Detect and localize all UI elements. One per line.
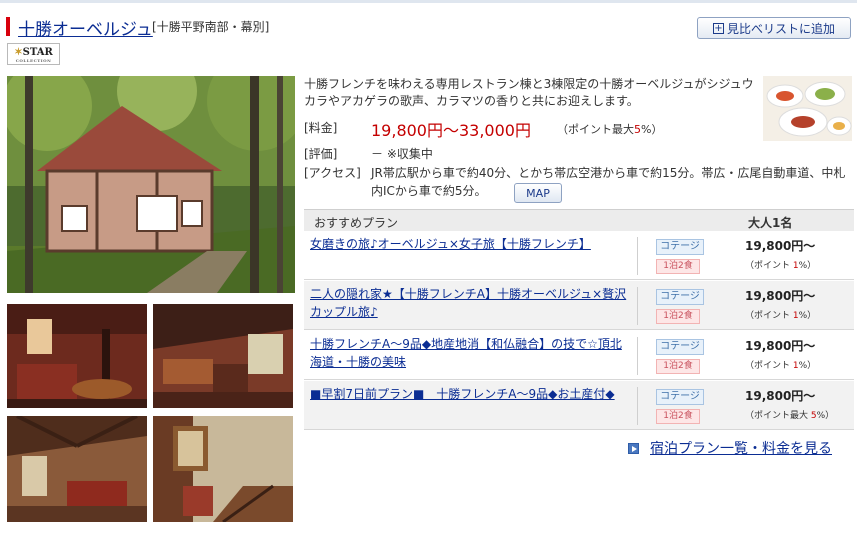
food-photo[interactable] [763, 76, 852, 141]
plan-point: （ポイント 1%） [745, 258, 816, 271]
point-note-prefix: （ポイント最大 [557, 123, 634, 136]
hotel-title-row: 十勝オーベルジュ [十勝平野南部・幕別] + 見比べリストに追加 [0, 3, 857, 43]
plans-table-header: おすすめプラン 大人1名 [304, 209, 854, 231]
price-label: [料金] [304, 121, 338, 135]
row-divider [637, 387, 638, 425]
map-button[interactable]: MAP [514, 183, 562, 203]
plan-point-suffix: %） [798, 361, 817, 371]
row-divider [637, 287, 638, 325]
plan-row: 十勝フレンチA～9品◆地産地消【和仏融合】の技で☆頂北海道・十勝の美味 コテージ… [304, 331, 854, 380]
point-note-suffix: %） [641, 123, 663, 136]
price-range: 19,800円～33,000円 [371, 121, 531, 140]
row-divider [637, 237, 638, 275]
plan-point: （ポイント最大 5%） [745, 408, 834, 421]
meal-badge: 1泊2食 [656, 309, 700, 324]
plan-point-prefix: （ポイント [745, 261, 793, 271]
access-text: JR帯広駅から車で約40分、とかち帯広空港から車で約15分。帯広・広尾自動車道、… [371, 166, 846, 198]
meal-badge: 1泊2食 [656, 409, 700, 424]
access-label: [アクセス] [304, 166, 361, 180]
hotel-description: 十勝フレンチを味わえる専用レストラン棟と3棟限定の十勝オーベルジュがシジュウカラ… [304, 77, 754, 108]
plan-price: 19,800円～ [745, 289, 816, 303]
plans-header-title: おすすめプラン [314, 216, 399, 230]
plan-name-link[interactable]: ■早割7日前プラン■ 十勝フレンチA～9品◆お土産付◆ [310, 385, 628, 403]
plus-icon: + [712, 22, 724, 34]
interior-photo-4[interactable] [153, 416, 293, 522]
plan-price: 19,800円～ [745, 389, 816, 403]
plan-row: ■早割7日前プラン■ 十勝フレンチA～9品◆お土産付◆ コテージ 1泊2食 19… [304, 381, 854, 430]
main-exterior-photo[interactable] [7, 76, 295, 293]
hotel-name-link[interactable]: 十勝オーベルジュ [18, 15, 153, 40]
add-to-compare-button[interactable]: + 見比べリストに追加 [697, 17, 851, 39]
interior-photo-1[interactable] [7, 304, 147, 408]
view-all-plans-label: 宿泊プラン一覧・料金を見る [650, 441, 832, 457]
room-type-badge: コテージ [656, 239, 704, 255]
hotel-area: [十勝平野南部・幕別] [152, 20, 270, 34]
plan-point-suffix: %） [798, 261, 817, 271]
meal-badge: 1泊2食 [656, 259, 700, 274]
plan-point: （ポイント 1%） [745, 358, 816, 371]
interior-photo-2[interactable] [153, 304, 293, 408]
plan-point-prefix: （ポイント [745, 311, 793, 321]
arrow-right-icon [628, 442, 639, 454]
plan-name-link[interactable]: 女磨きの旅♪オーベルジュ×女子旅【十勝フレンチ】 [310, 235, 628, 253]
star-icon: ✶ [14, 47, 23, 58]
plan-name-link[interactable]: 二人の隠れ家★【十勝フレンチA】十勝オーベルジュ×贅沢カップル旅♪ [310, 285, 628, 321]
room-type-badge: コテージ [656, 389, 704, 405]
badge-main-text: STAR [22, 47, 53, 58]
row-divider [637, 337, 638, 375]
rating-label: [評価] [304, 147, 338, 161]
plan-point-prefix: （ポイント [745, 361, 793, 371]
badge-sub-text: COLLECTION [15, 58, 52, 63]
point-note: （ポイント最大5%） [557, 121, 662, 137]
plan-point-suffix: %） [816, 411, 835, 421]
room-type-badge: コテージ [656, 289, 704, 305]
plan-point: （ポイント 1%） [745, 308, 816, 321]
view-all-plans-link[interactable]: 宿泊プラン一覧・料金を見る [628, 439, 832, 457]
plan-name-link[interactable]: 十勝フレンチA～9品◆地産地消【和仏融合】の技で☆頂北海道・十勝の美味 [310, 335, 628, 371]
plan-price: 19,800円～ [745, 239, 816, 253]
plan-price: 19,800円～ [745, 339, 816, 353]
meal-badge: 1泊2食 [656, 359, 700, 374]
interior-photo-3[interactable] [7, 416, 147, 522]
plan-row: 二人の隠れ家★【十勝フレンチA】十勝オーベルジュ×贅沢カップル旅♪ コテージ 1… [304, 281, 854, 330]
star-collection-badge: ✶STAR COLLECTION [7, 43, 60, 65]
plans-header-guests: 大人1名 [748, 216, 793, 230]
room-type-badge: コテージ [656, 339, 704, 355]
plan-point-prefix: （ポイント最大 [745, 411, 811, 421]
point-note-percent: 5 [634, 123, 641, 136]
plan-point-suffix: %） [798, 311, 817, 321]
compare-button-label: 見比べリストに追加 [726, 21, 835, 36]
rating-value: － ※収集中 [371, 147, 433, 161]
title-accent-bar [6, 17, 10, 36]
plan-row: 女磨きの旅♪オーベルジュ×女子旅【十勝フレンチ】 コテージ 1泊2食 19,80… [304, 231, 854, 280]
